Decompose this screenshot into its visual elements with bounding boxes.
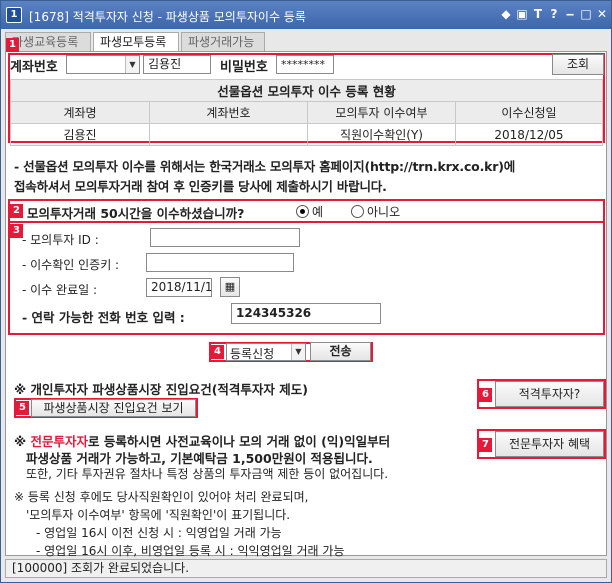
request-type-select[interactable]: 등록신청 ▼ <box>226 343 306 361</box>
pro-investor-highlight: 전문투자자 <box>30 434 89 449</box>
mock-id-label: - 모의투자 ID : <box>22 233 99 247</box>
badge-4: 4 <box>211 345 224 359</box>
completion-date-label: - 이수 완료일 : <box>22 283 98 297</box>
note-line-1: ※ 등록 신청 후에도 당사직원확인이 있어야 처리 완료되며, <box>14 490 309 504</box>
header-account-name: 계좌명 <box>10 101 150 124</box>
phone-label: - 연락 가능한 전화 번호 입력 : <box>22 310 185 325</box>
send-button[interactable]: 전송 <box>310 342 371 361</box>
qualified-investor-button[interactable]: 적격투자자? <box>495 381 604 407</box>
status-bar: [100000] 조회가 완료되었습니다. <box>5 559 607 578</box>
badge-2: 2 <box>10 204 23 218</box>
maximize-icon[interactable]: □ <box>579 6 593 22</box>
cell-account-name: 김용진 <box>10 123 150 146</box>
chevron-down-icon[interactable]: ▼ <box>125 56 139 73</box>
auth-key-label: - 이수확인 인증키 : <box>22 258 120 272</box>
cell-account-number <box>149 123 308 146</box>
notice-line-1: - 선물옵션 모의투자 이수를 위해서는 한국거래소 모의투자 홈페이지(htt… <box>14 159 516 174</box>
account-name-field: 김용진 <box>143 55 211 74</box>
radio-no-label: 아니오 <box>367 205 401 219</box>
request-type-value: 등록신청 <box>230 347 275 361</box>
question-label: 모의투자거래 50시간을 이수하셨습니까? <box>27 206 245 221</box>
content-panel: 1 계좌번호 ▼ 김용진 비밀번호 ******** 조회 선물옵션 모의투자 … <box>5 38 607 558</box>
main-window: 1 [1678] 적격투자자 신청 - 파생상품 모의투자이수 등록 ◆ ▣ T… <box>0 0 612 583</box>
entry-requirements-button[interactable]: 파생상품시장 진입요건 보기 <box>31 399 196 417</box>
password-field[interactable]: ******** <box>276 55 334 74</box>
header-completion-status: 모의투자 이수여부 <box>307 101 456 124</box>
radio-yes[interactable] <box>296 205 309 218</box>
badge-5: 5 <box>16 401 29 415</box>
minimize-icon[interactable]: ‒ <box>563 6 577 22</box>
account-select[interactable]: ▼ <box>66 55 140 74</box>
chevron-down-icon[interactable]: ▼ <box>291 344 305 360</box>
header-application-date: 이수신청일 <box>455 101 603 124</box>
query-button[interactable]: 조회 <box>552 54 604 75</box>
help-icon[interactable]: ? <box>547 6 561 22</box>
status-table: 선물옵션 모의투자 이수 등록 현황 계좌명 계좌번호 모의투자 이수여부 이수… <box>10 79 603 146</box>
password-label: 비밀번호 <box>220 60 268 75</box>
notice-line-2: 접속하셔서 모의투자거래 참여 후 인증키를 당사에 제출하시기 바랍니다. <box>14 179 387 194</box>
pin-icon[interactable]: ◆ <box>499 6 513 22</box>
completion-date-input[interactable]: 2018/11/11 <box>146 278 212 297</box>
app-icon: 1 <box>6 7 22 23</box>
mock-id-input[interactable] <box>150 228 300 247</box>
cell-completion-status: 직원이수확인(Y) <box>307 123 456 146</box>
tab-derivative-trading-available[interactable]: 파생거래가능 <box>181 32 265 51</box>
layout-icon[interactable]: ▣ <box>515 6 529 22</box>
pro-investor-line-2: 파생상품 거래가 가능하고, 기본예탁금 1,500만원이 적용됩니다. <box>26 451 373 466</box>
note-line-2: '모의투자 이수여부' 항목에 '직원확인'이 표기됩니다. <box>26 508 291 522</box>
entry-requirements-title: ※ 개인투자자 파생상품시장 진입요건(적격투자자 제도) <box>14 382 308 397</box>
calendar-icon[interactable]: ▦ <box>220 277 240 297</box>
window-title: [1678] 적격투자자 신청 - 파생상품 모의투자이수 등록 <box>29 10 306 24</box>
pro-investor-benefits-button[interactable]: 전문투자자 혜택 <box>495 431 604 457</box>
note-line-4: - 영업일 16시 이후, 비영업일 등록 시 : 익익영업일 거래 가능 <box>36 544 345 558</box>
badge-1: 1 <box>6 38 19 52</box>
cell-application-date: 2018/12/05 <box>455 123 603 146</box>
title-bar: 1 [1678] 적격투자자 신청 - 파생상품 모의투자이수 등록 ◆ ▣ T… <box>1 1 611 29</box>
auth-key-input[interactable] <box>146 253 294 272</box>
phone-input[interactable]: 124345326 <box>231 303 381 324</box>
pro-prefix: ※ <box>14 434 31 449</box>
header-account-number: 계좌번호 <box>149 101 308 124</box>
pro-investor-line-1-rest: 로 등록하시면 사전교육이나 모의 거래 없이 (익)익일부터 <box>88 434 391 449</box>
note-line-3: - 영업일 16시 이전 신청 시 : 익영업일 거래 가능 <box>36 526 282 540</box>
tab-derivative-mock-trading[interactable]: 파생모투등록 <box>93 32 179 52</box>
font-icon[interactable]: T <box>531 6 545 22</box>
status-table-title: 선물옵션 모의투자 이수 등록 현황 <box>10 79 603 102</box>
badge-6: 6 <box>479 388 492 402</box>
pro-investor-line-3: 또한, 기타 투자권유 절차나 특정 상품의 투자금액 제한 등이 없어집니다. <box>26 467 389 481</box>
account-label: 계좌번호 <box>10 60 58 75</box>
badge-7: 7 <box>479 438 492 452</box>
radio-no[interactable] <box>351 205 364 218</box>
radio-yes-label: 예 <box>312 205 324 219</box>
close-icon[interactable]: ✕ <box>595 6 609 22</box>
